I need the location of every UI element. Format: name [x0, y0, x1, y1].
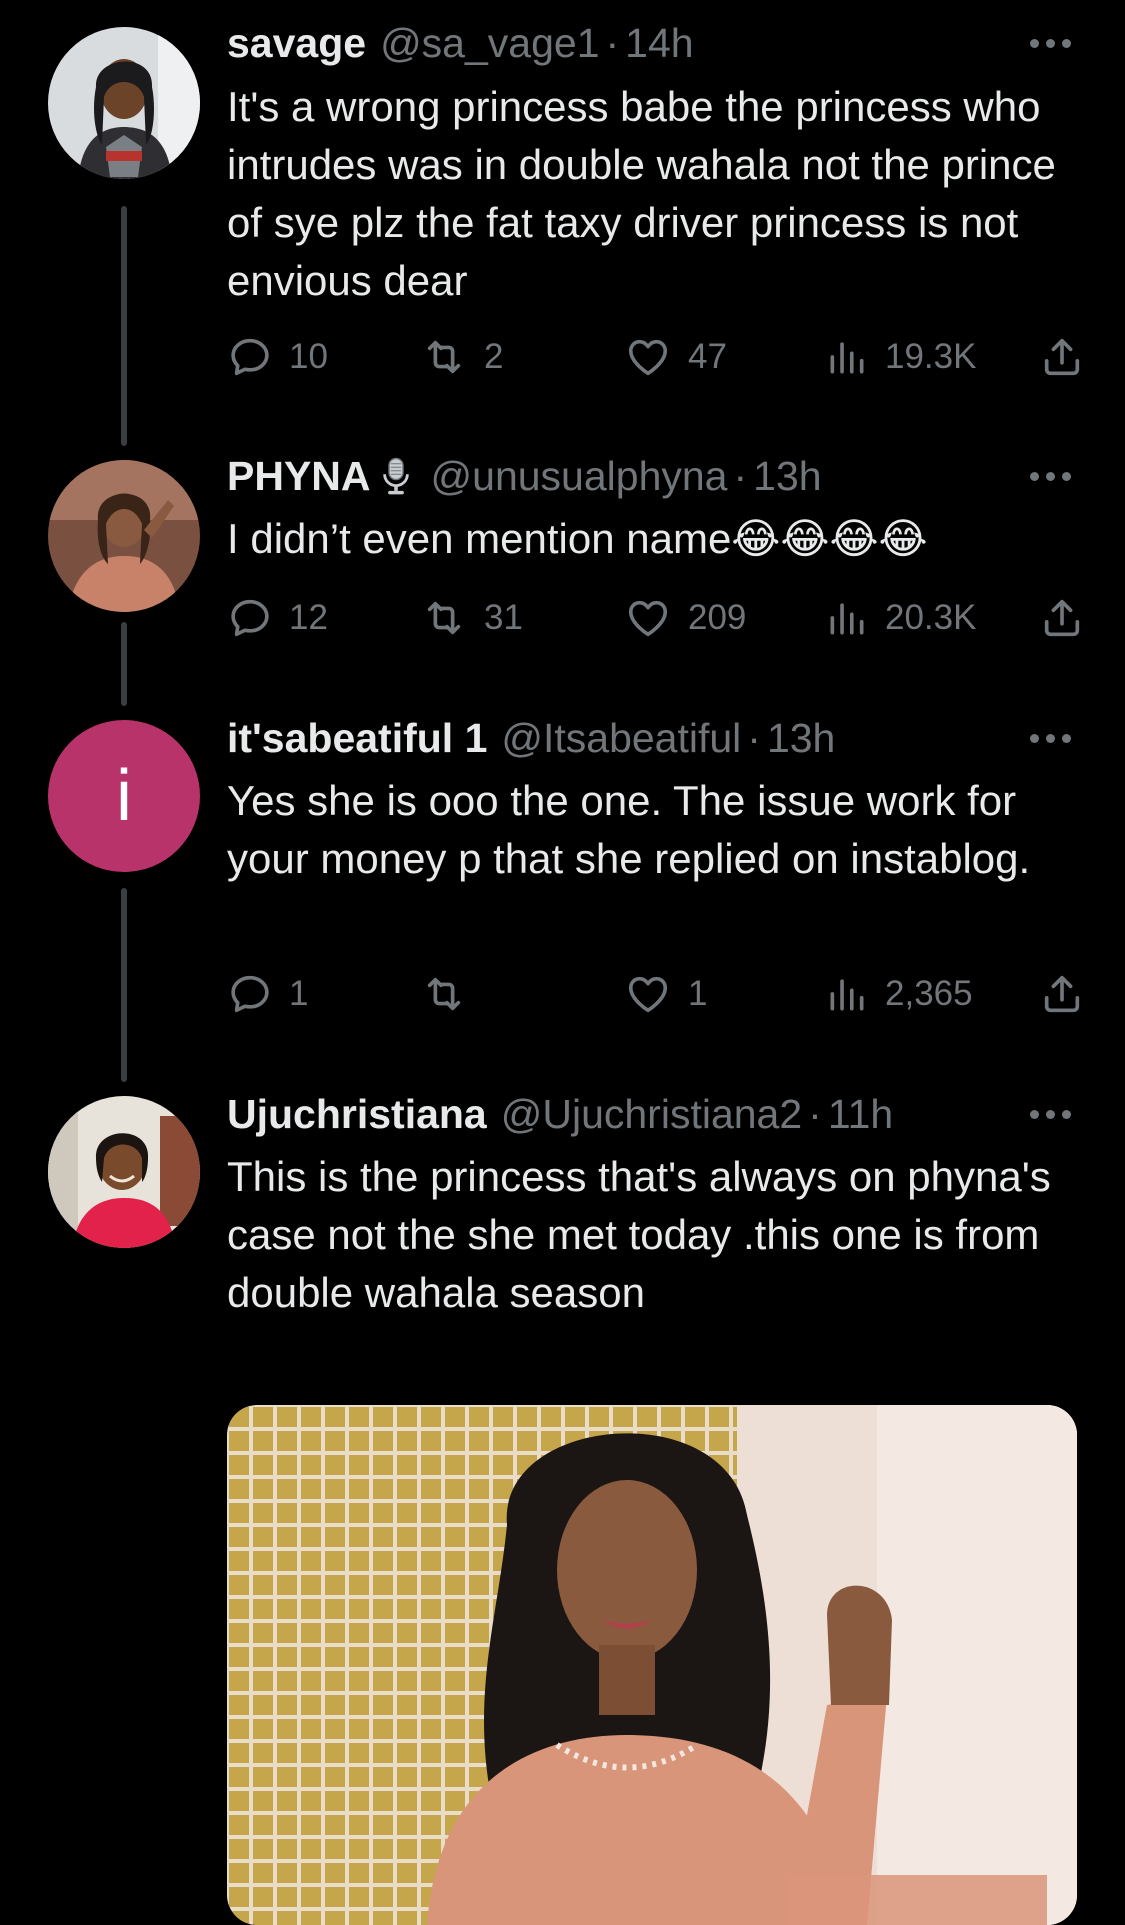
- reply-icon: [231, 975, 269, 1013]
- timestamp[interactable]: 13h: [753, 453, 821, 500]
- retweet-button[interactable]: 31: [420, 588, 523, 648]
- share-icon: [1044, 975, 1080, 1013]
- reply-count: 1: [289, 974, 309, 1013]
- more-options-icon[interactable]: [1030, 1088, 1071, 1140]
- like-button[interactable]: 1: [624, 964, 707, 1024]
- share-icon: [1044, 599, 1080, 637]
- share-icon: [1044, 338, 1080, 376]
- timestamp[interactable]: 11h: [828, 1091, 893, 1138]
- reply-button[interactable]: 1: [227, 964, 308, 1024]
- retweet-icon: [427, 601, 461, 635]
- retweet-button[interactable]: [420, 964, 484, 1024]
- tweet-header: Ujuchristiana @Ujuchristiana2 · 11h: [227, 1088, 893, 1140]
- more-options-icon[interactable]: [1030, 17, 1071, 69]
- retweet-button[interactable]: 2: [420, 327, 503, 387]
- tweet-actions: 10 2 47 19.3K: [227, 327, 1087, 387]
- display-name[interactable]: Ujuchristiana: [227, 1091, 487, 1138]
- avatar[interactable]: [48, 460, 200, 612]
- like-button[interactable]: 209: [624, 588, 746, 648]
- views-button[interactable]: 2,365: [825, 964, 973, 1024]
- thread-line: [121, 888, 127, 1082]
- retweet-count: 2: [484, 337, 504, 376]
- tweet-actions: 12 31 209 20.3K: [227, 588, 1087, 648]
- views-button[interactable]: 19.3K: [825, 327, 976, 387]
- views-button[interactable]: 20.3K: [825, 588, 976, 648]
- tweet-header: it'sabeatiful 1 @Itsabeatiful · 13h: [227, 712, 835, 764]
- share-button[interactable]: [1039, 327, 1085, 387]
- user-handle[interactable]: @Itsabeatiful: [501, 715, 741, 762]
- user-handle[interactable]: @Ujuchristiana2: [501, 1091, 802, 1138]
- tweet-header: PHYNA @unusualphyna · 13h: [227, 450, 822, 502]
- user-handle[interactable]: @unusualphyna: [431, 453, 728, 500]
- avatar[interactable]: [48, 27, 200, 179]
- display-name[interactable]: it'sabeatiful 1: [227, 715, 487, 762]
- share-button[interactable]: [1039, 588, 1085, 648]
- microphone-icon: [375, 455, 417, 497]
- retweet-icon: [427, 340, 461, 374]
- avatar[interactable]: [48, 1096, 200, 1248]
- reply-button[interactable]: 12: [227, 588, 328, 648]
- separator: ·: [733, 452, 748, 499]
- user-handle[interactable]: @sa_vage1: [380, 20, 599, 67]
- analytics-icon: [830, 979, 864, 1011]
- reply-icon: [231, 599, 269, 637]
- heart-icon: [628, 600, 668, 637]
- tweet-header: savage @sa_vage1 · 14h: [227, 17, 694, 69]
- tweet-text: I didn’t even mention name😂😂😂😂: [227, 515, 928, 562]
- reply-icon: [231, 338, 269, 376]
- avatar-letter: i: [116, 756, 132, 836]
- display-name[interactable]: PHYNA: [227, 453, 371, 500]
- view-count: 19.3K: [885, 337, 977, 376]
- thread-line: [121, 206, 127, 446]
- separator: ·: [808, 1090, 822, 1137]
- avatar[interactable]: i: [48, 720, 200, 872]
- tweet-text: Yes she is ooo the one. The issue work f…: [227, 777, 1031, 882]
- separator: ·: [747, 714, 761, 761]
- like-count: 47: [688, 337, 727, 376]
- analytics-icon: [830, 603, 864, 635]
- view-count: 2,365: [885, 974, 973, 1013]
- analytics-icon: [830, 342, 864, 374]
- more-options-icon[interactable]: [1030, 450, 1071, 502]
- tweet-image[interactable]: [227, 1405, 1077, 1925]
- tweet-actions: 1 1 2,365: [227, 964, 1087, 1024]
- like-count: 209: [688, 598, 747, 637]
- retweet-icon: [427, 977, 461, 1011]
- heart-icon: [628, 976, 668, 1013]
- tweet-text: This is the princess that's always on ph…: [227, 1153, 1051, 1316]
- thread-line: [121, 622, 127, 706]
- reply-button[interactable]: 10: [227, 327, 328, 387]
- heart-icon: [628, 339, 668, 376]
- reply-count: 10: [289, 337, 328, 376]
- timestamp[interactable]: 13h: [767, 715, 835, 762]
- like-count: 1: [688, 974, 708, 1013]
- separator: ·: [605, 19, 620, 66]
- more-options-icon[interactable]: [1030, 712, 1071, 764]
- view-count: 20.3K: [885, 598, 977, 637]
- timestamp[interactable]: 14h: [625, 20, 693, 67]
- share-button[interactable]: [1039, 964, 1085, 1024]
- reply-count: 12: [289, 598, 328, 637]
- retweet-count: 31: [484, 598, 523, 637]
- display-name[interactable]: savage: [227, 20, 366, 67]
- like-button[interactable]: 47: [624, 327, 727, 387]
- tweet-text: It's a wrong princess babe the princess …: [227, 83, 1056, 304]
